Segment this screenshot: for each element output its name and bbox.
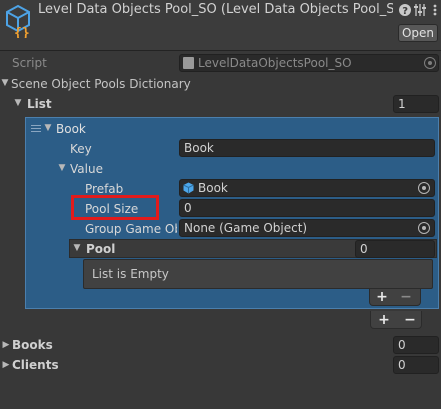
prefab-picker-icon[interactable] xyxy=(418,182,430,194)
clients-label[interactable]: Clients xyxy=(12,357,59,373)
highlight-annotation xyxy=(71,195,159,220)
pool-add-button[interactable]: + xyxy=(375,290,389,304)
key-label: Key xyxy=(70,142,92,156)
more-options-icon[interactable] xyxy=(428,3,441,17)
inspector-title: Level Data Objects Pool_SO (Level Data O… xyxy=(38,2,393,17)
svg-text:{}: {} xyxy=(14,26,30,38)
script-value: LevelDataObjectsPool_SO xyxy=(198,56,352,70)
group-picker-icon[interactable] xyxy=(418,222,430,234)
pool-empty-text: List is Empty xyxy=(92,267,169,281)
clients-foldout-icon[interactable]: ▶ xyxy=(1,360,11,370)
script-field: LevelDataObjectsPool_SO xyxy=(179,54,439,72)
group-label: Group Game Obj xyxy=(85,222,177,236)
books-foldout-icon[interactable]: ▶ xyxy=(1,340,11,350)
pool-foldout-icon[interactable]: ▼ xyxy=(72,243,82,253)
element-label[interactable]: Book xyxy=(56,121,86,137)
clients-size-field[interactable]: 0 xyxy=(393,356,439,374)
pool-size-count-field[interactable]: 0 xyxy=(355,240,435,258)
pool-label[interactable]: Pool xyxy=(86,241,115,257)
value-label[interactable]: Value xyxy=(70,161,103,177)
list-label[interactable]: List xyxy=(27,96,52,112)
dictionary-foldout-icon[interactable]: ▼ xyxy=(0,78,10,88)
value-foldout-icon[interactable]: ▼ xyxy=(57,163,67,173)
svg-text:?: ? xyxy=(402,6,408,17)
help-icon[interactable]: ? xyxy=(398,3,412,17)
script-picker-icon xyxy=(424,57,436,69)
element-foldout-icon[interactable]: ▼ xyxy=(43,123,53,133)
open-button[interactable]: Open xyxy=(398,24,438,42)
header-divider xyxy=(0,50,441,51)
pool-remove-button[interactable]: − xyxy=(399,290,413,304)
csharp-script-icon xyxy=(183,57,194,69)
group-field[interactable]: None (Game Object) xyxy=(179,219,435,237)
pool-size-field[interactable]: 0 xyxy=(179,199,435,217)
group-value: None (Game Object) xyxy=(184,221,308,235)
drag-handle-icon[interactable] xyxy=(31,125,41,135)
prefab-value: Book xyxy=(198,181,228,195)
list-size-field[interactable]: 1 xyxy=(393,95,439,113)
prefab-cube-icon xyxy=(183,182,194,194)
prefab-field[interactable]: Book xyxy=(179,179,435,197)
dictionary-label[interactable]: Scene Object Pools Dictionary xyxy=(11,76,191,92)
list-remove-button[interactable]: − xyxy=(403,313,417,327)
settings-sliders-icon[interactable] xyxy=(413,3,427,17)
list-add-button[interactable]: + xyxy=(377,313,391,327)
books-size-field[interactable]: 0 xyxy=(393,336,439,354)
list-foldout-icon[interactable]: ▼ xyxy=(13,98,23,108)
key-field[interactable]: Book xyxy=(179,139,435,157)
script-label: Script xyxy=(12,56,47,70)
books-label[interactable]: Books xyxy=(12,337,53,353)
scriptable-object-icon: {} xyxy=(6,4,30,38)
